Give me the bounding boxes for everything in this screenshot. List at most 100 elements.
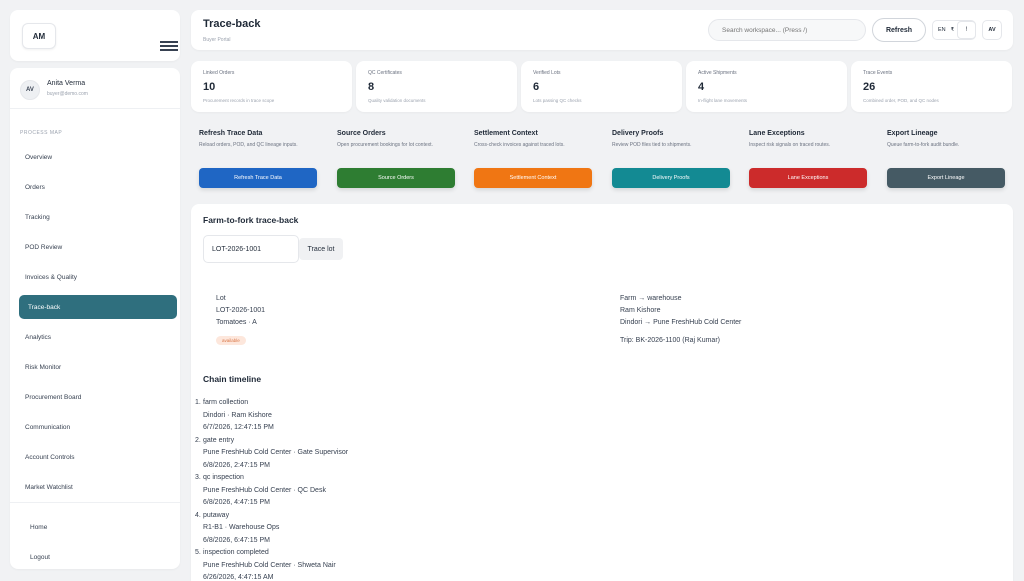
stat-value: 4 [698,81,705,93]
export-lineage-button[interactable]: Export Lineage [887,168,1005,188]
sidebar-item-account-controls[interactable]: Account Controls [19,445,177,469]
user-profile: AV Anita Verma buyer@demo.com [20,78,170,108]
action-title: Delivery Proofs [612,130,664,137]
event-name: putaway [203,511,230,519]
event-number: 5. [195,549,201,556]
sidebar-item-market-watchlist[interactable]: Market Watchlist [19,475,177,499]
stat-value: 26 [863,81,876,93]
chain-timeline: 1. farm collection Dindori · Ram Kishore … [195,397,348,581]
action-title: Source Orders [337,130,386,137]
sidebar-item-communication[interactable]: Communication [19,415,177,439]
event-location: Dindori · Ram Kishore [203,411,272,419]
sidebar-item-analytics[interactable]: Analytics [19,325,177,349]
page-header: Trace-back Buyer Portal Refresh EN ₹ ! A… [191,10,1013,50]
timeline-event: 3. qc inspection Pune FreshHub Cold Cente… [195,472,348,510]
event-time: 6/8/2026, 6:47:15 PM [203,536,270,544]
event-time: 6/26/2026, 4:47:15 AM [203,574,274,581]
event-name: inspection completed [203,549,269,556]
action-description: Open procurement bookings for lot contex… [337,142,433,148]
status-badge: available [216,336,246,345]
timeline-event: 1. farm collection Dindori · Ram Kishore … [195,397,348,435]
stat-label: Active Shipments [698,70,737,76]
settlement-context-button[interactable]: Settlement Context [474,168,592,188]
sidebar: AV Anita Verma buyer@demo.com PROCESS MA… [10,68,180,569]
sidebar-item-home[interactable]: Home [30,512,50,542]
notification-icon[interactable]: ! [957,21,976,39]
sidebar-item-trace-back[interactable]: Trace-back [19,295,177,319]
farmer-name: Ram Kishore [620,307,661,314]
stat-label: Linked Orders [203,70,235,76]
lot-id-input[interactable] [203,235,299,263]
action-source-orders: Source Orders Open procurement bookings … [337,130,457,188]
refresh-trace-data-button[interactable]: Refresh Trace Data [199,168,317,188]
stat-card-linked-orders: Linked Orders 10 Procurement records in … [191,61,352,112]
sidebar-item-logout[interactable]: Logout [30,542,50,572]
stat-description: Lots passing QC checks [533,98,582,103]
sidebar-item-pod-review[interactable]: POD Review [19,235,177,259]
stat-description: Quality validation documents [368,98,426,103]
action-title: Refresh Trace Data [199,130,263,137]
source-orders-button[interactable]: Source Orders [337,168,455,188]
currency-icon: ₹ [950,27,955,33]
brand-card: AM [10,10,180,61]
action-description: Inspect risk signals on traced routes. [749,142,831,148]
action-title: Lane Exceptions [749,130,805,137]
sidebar-item-orders[interactable]: Orders [19,175,177,199]
divider [10,108,180,109]
lot-id: LOT-2026-1001 [216,307,266,314]
hamburger-menu-icon[interactable] [160,41,178,51]
sidebar-item-procurement-board[interactable]: Procurement Board [19,385,177,409]
sidebar-item-risk-monitor[interactable]: Risk Monitor [19,355,177,379]
sidebar-bottom-nav: Home Logout [30,512,50,572]
event-name: qc inspection [203,474,244,481]
action-title: Export Lineage [887,130,938,137]
divider [10,502,180,503]
stat-description: In-flight lane movements [698,98,748,103]
timeline-event: 4. putaway R1-B1 · Warehouse Ops 6/8/2026… [195,510,348,548]
refresh-button[interactable]: Refresh [872,18,926,42]
stat-value: 8 [368,81,375,93]
trace-panel: Farm-to-fork trace-back Trace lot Lot LO… [191,204,1013,581]
route-details: Farm → warehouse Ram Kishore Dindori → P… [620,293,741,347]
delivery-proofs-button[interactable]: Delivery Proofs [612,168,730,188]
trace-lot-button[interactable]: Trace lot [299,238,343,260]
sidebar-item-overview[interactable]: Overview [19,145,177,169]
lot-product: Tomatoes · A [216,319,257,326]
route-path: Dindori → Pune FreshHub Cold Center [620,319,742,326]
action-delivery-proofs: Delivery Proofs Review POD files tied to… [612,130,732,188]
panel-title: Farm-to-fork trace-back [203,215,299,225]
action-title: Settlement Context [474,130,538,137]
section-label: PROCESS MAP [20,130,63,136]
stat-value: 10 [203,81,216,93]
event-time: 6/7/2026, 12:47:15 PM [203,424,274,431]
stat-description: Combined order, POD, and QC nodes [863,98,939,103]
event-location: Pune FreshHub Cold Center · Gate Supervi… [203,449,349,456]
sidebar-item-invoices-quality[interactable]: Invoices & Quality [19,265,177,289]
event-number: 3. [195,474,201,481]
user-avatar-button[interactable]: AV [982,20,1002,40]
stat-value: 6 [533,81,540,93]
action-description: Cross-check invoices against traced lots… [474,142,565,148]
user-email: buyer@demo.com [47,91,88,97]
user-name: Anita Verma [47,80,86,87]
lane-exceptions-button[interactable]: Lane Exceptions [749,168,867,188]
stat-card-qc-certificates: QC Certificates 8 Quality validation doc… [356,61,517,112]
event-name: gate entry [203,436,235,444]
action-settlement-context: Settlement Context Cross-check invoices … [474,130,594,188]
brand-logo[interactable]: AM [22,23,56,49]
action-lane-exceptions: Lane Exceptions Inspect risk signals on … [749,130,869,188]
stat-label: QC Certificates [368,70,402,76]
sidebar-item-tracking[interactable]: Tracking [19,205,177,229]
search-input[interactable] [708,19,866,41]
page-subtitle: Buyer Portal [203,37,231,43]
trip-info: Trip: BK-2026-1100 (Raj Kumar) [620,337,720,344]
event-number: 4. [195,511,201,519]
stat-description: Procurement records in trace scope [203,98,275,103]
stat-label: Verified Lots [533,70,561,76]
action-description: Review POD files tied to shipments. [612,142,692,148]
event-number: 1. [195,399,201,406]
stat-card-verified-lots: Verified Lots 6 Lots passing QC checks [521,61,682,112]
timeline-title: Chain timeline [203,374,262,384]
event-number: 2. [195,436,201,444]
event-time: 6/8/2026, 4:47:15 PM [203,499,270,506]
